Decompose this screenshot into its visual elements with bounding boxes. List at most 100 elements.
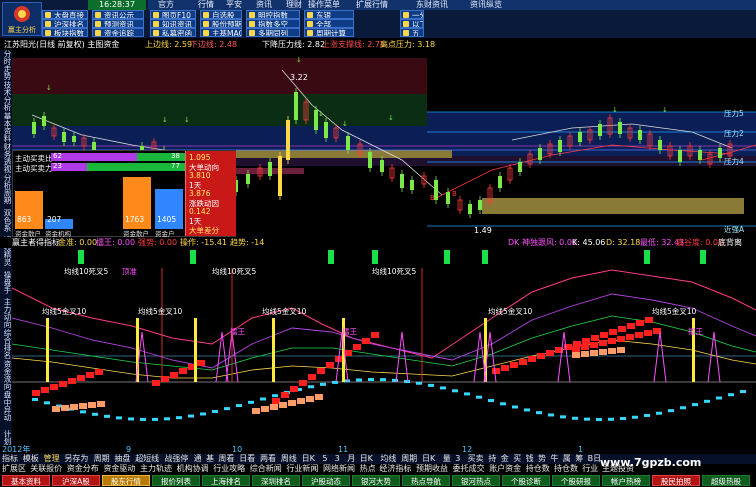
toolbar-button-row2-4[interactable]: 指数多空 [246, 19, 300, 28]
extension-tab-15[interactable]: 持仓数 [526, 464, 550, 474]
indicator-tab-15[interactable]: 5 [322, 454, 327, 464]
quick-button-2[interactable]: 股东行情 [102, 475, 150, 486]
indicator-tab-29[interactable]: 势 [538, 454, 546, 464]
toolbar-button-row1-5[interactable]: 东银 [304, 10, 354, 19]
indicator-tab-10[interactable]: 周看 [218, 454, 234, 464]
indicator-tab-18[interactable]: 日K [360, 454, 373, 464]
quick-button-7[interactable]: 银河大势 [352, 475, 400, 486]
extension-tab-3[interactable]: 资金驱动 [103, 464, 135, 474]
toolbar-button-row2-0[interactable]: 沪深排名 [42, 19, 88, 28]
toolbar-button-row1-1[interactable]: 资讯公示 [92, 10, 144, 19]
extension-tab-1[interactable]: 关联报价 [30, 464, 62, 474]
toolbar-button-row3-6[interactable]: 五 [400, 28, 424, 37]
extension-tab-13[interactable]: 委托成交 [453, 464, 485, 474]
menu-item-2[interactable]: 平安 [226, 0, 242, 10]
extension-tab-5[interactable]: 机构协调 [177, 464, 209, 474]
menu-item-4[interactable]: 理财 [286, 0, 302, 10]
quick-button-9[interactable]: 银河热点 [452, 475, 500, 486]
toolbar-button-row3-3[interactable]: 主基MACD [200, 28, 242, 37]
indicator-tab-28[interactable]: 钱 [526, 454, 534, 464]
indicator-tab-20[interactable]: 周期 [401, 454, 417, 464]
indicator-tab-22[interactable]: 量 [443, 454, 451, 464]
indicator-tab-19[interactable]: 均线 [380, 454, 396, 464]
quick-button-14[interactable]: 超级热股 [702, 475, 750, 486]
extension-tab-6[interactable]: 行业攻略 [213, 464, 245, 474]
menu-item-3[interactable]: 资讯 [256, 0, 272, 10]
indicator-tab-30[interactable]: 牛 [550, 454, 558, 464]
extension-tab-11[interactable]: 经济指标 [379, 464, 411, 474]
indicator-tab-23[interactable]: 3 [455, 454, 460, 464]
indicator-tab-16[interactable]: 3 [335, 454, 340, 464]
indicator-tab-6[interactable]: 超短线 [135, 454, 159, 464]
toolbar-button-row3-1[interactable]: 资金追踪 [92, 28, 144, 37]
indicator-tab-11[interactable]: 日看 [239, 454, 255, 464]
side-nav-item-9[interactable]: 综合排名 [0, 329, 12, 359]
toolbar-button-row2-1[interactable]: 预测资讯 [92, 19, 144, 28]
indicator-tab-2[interactable]: 管理 [44, 454, 60, 464]
indicator-tab-17[interactable]: 月 [347, 454, 355, 464]
toolbar-button-row2-6[interactable]: 以下 [400, 19, 424, 28]
side-nav-item-3[interactable]: 财务透视 [0, 143, 12, 173]
indicator-tab-21[interactable]: 日K [422, 454, 435, 464]
indicator-tab-13[interactable]: 周线 [281, 454, 297, 464]
side-nav-item-10[interactable]: 资金流向 [0, 360, 12, 390]
indicator-tab-4[interactable]: 周期 [94, 454, 110, 464]
side-nav-item-11[interactable]: 盘中异动 [0, 391, 12, 421]
extension-tab-14[interactable]: 账户资金 [489, 464, 521, 474]
app-logo[interactable]: 赢主分析 [2, 2, 42, 36]
quick-button-11[interactable]: 个股研报 [552, 475, 600, 486]
side-nav-item-8[interactable]: 主力动向 [0, 298, 12, 328]
indicator-title[interactable]: 赢主者得指标 [12, 237, 60, 248]
extension-tab-7[interactable]: 综合新闻 [250, 464, 282, 474]
extension-tab-12[interactable]: 预期收益 [416, 464, 448, 474]
quick-button-4[interactable]: 上海排名 [202, 475, 250, 486]
menu-item-0[interactable]: 官方 [158, 0, 174, 10]
toolbar-button-row2-2[interactable]: 知讯资讯 [150, 19, 196, 28]
menu-item-6[interactable]: 扩展行情 [356, 0, 388, 10]
quick-button-1[interactable]: 沪深A股 [52, 475, 100, 486]
toolbar-button-row1-4[interactable]: 明控指数 [246, 10, 300, 19]
side-nav-item-2[interactable]: 基本资料 [0, 112, 12, 142]
menu-item-5[interactable]: 操作菜单 [308, 0, 340, 10]
indicator-tab-9[interactable]: 基 [206, 454, 214, 464]
toolbar-button-row2-3[interactable]: 股份预期 [200, 19, 242, 28]
indicator-tab-8[interactable]: 通 [194, 454, 202, 464]
quick-button-3[interactable]: 报价列表 [152, 475, 200, 486]
toolbar-button-row3-4[interactable]: 多期同列 [246, 28, 300, 37]
indicator-tab-5[interactable]: 抽盘 [114, 454, 130, 464]
side-nav-item-5[interactable]: 双色系 [0, 205, 12, 235]
toolbar-button-row1-0[interactable]: 大盘直接 [42, 10, 88, 19]
toolbar-button-row3-5[interactable]: 周期计算 [304, 28, 354, 37]
indicator-tab-26[interactable]: 金 [501, 454, 509, 464]
menu-item-7[interactable]: 东财资讯 [416, 0, 448, 10]
indicator-chart[interactable]: 均线10死叉5 顶准 均线10死叉5 均线10死叉5 均线5金叉10 均线5金叉10 均线5… [12, 248, 756, 445]
indicator-tab-27[interactable]: 买 [513, 454, 521, 464]
indicator-tab-32[interactable]: 筹 [575, 454, 583, 464]
quick-button-13[interactable]: 股民拍照 [652, 475, 700, 486]
toolbar-button-row1-3[interactable]: 自选股 [200, 10, 242, 19]
side-nav-item-0[interactable]: 分时走势 [0, 50, 12, 80]
quick-button-10[interactable]: 个股诊断 [502, 475, 550, 486]
indicator-tab-3[interactable]: 另存为 [64, 454, 88, 464]
extension-tab-0[interactable]: 扩展区 [2, 464, 26, 474]
indicator-tab-24[interactable]: 买卖 [468, 454, 484, 464]
extension-tab-9[interactable]: 网络新闻 [323, 464, 355, 474]
indicator-tab-7[interactable]: 战强停 [164, 454, 188, 464]
toolbar-button-row1-6[interactable]: 一分 [400, 10, 424, 19]
indicator-tab-31[interactable]: 属 [563, 454, 571, 464]
menu-item-8[interactable]: 资讯纵览 [470, 0, 502, 10]
quick-button-6[interactable]: 沪股动态 [302, 475, 350, 486]
extension-tab-8[interactable]: 行业新闻 [286, 464, 318, 474]
extension-tab-4[interactable]: 主力轨迹 [140, 464, 172, 474]
indicator-tab-14[interactable]: 日K [302, 454, 315, 464]
extension-tab-16[interactable]: 持仓数 [554, 464, 578, 474]
indicator-tab-12[interactable]: 两看 [260, 454, 276, 464]
side-nav-item-1[interactable]: 技术分析 [0, 81, 12, 111]
toolbar-button-row1-2[interactable]: 图页F10 [150, 10, 196, 19]
toolbar-button-row3-0[interactable]: 板块指数 [42, 28, 88, 37]
quick-button-12[interactable]: 帐户热榜 [602, 475, 650, 486]
extension-tab-17[interactable]: 行业 [582, 464, 598, 474]
menu-item-1[interactable]: 行情 [198, 0, 214, 10]
indicator-tab-25[interactable]: 持 [488, 454, 496, 464]
side-nav-item-7[interactable]: 操盘手 [0, 267, 12, 297]
